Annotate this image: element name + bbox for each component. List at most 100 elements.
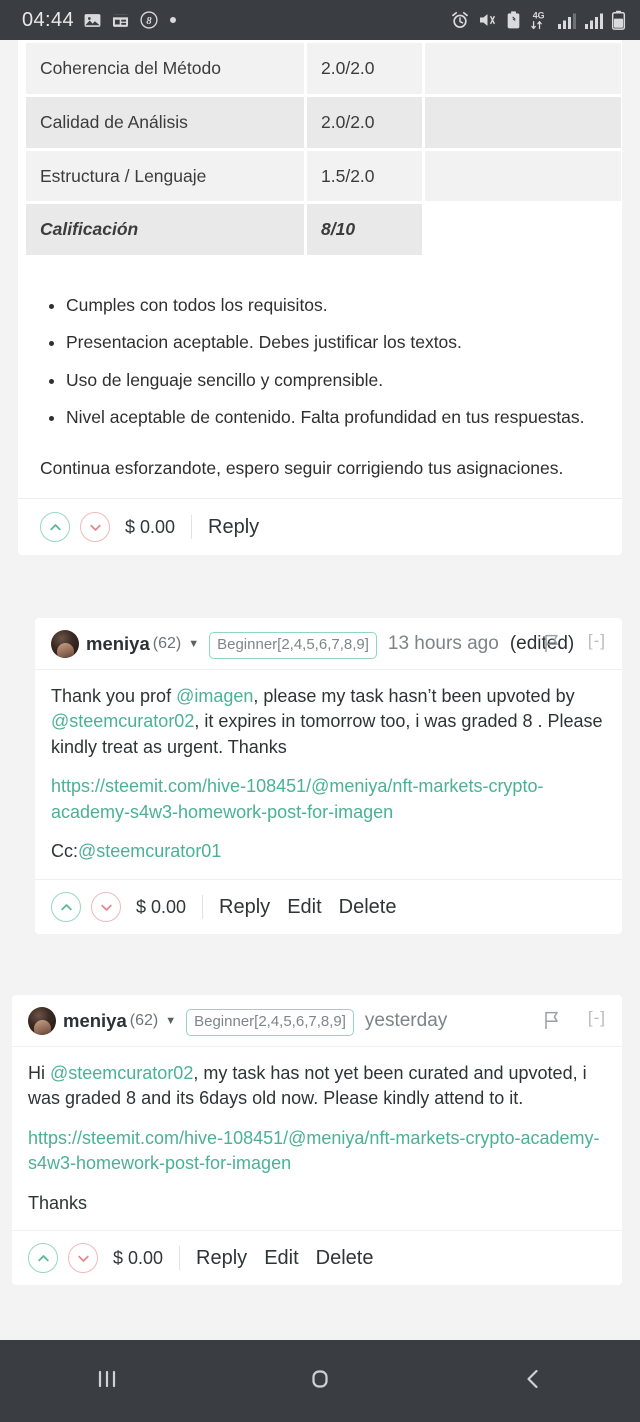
back-icon (518, 1364, 548, 1399)
reply-button[interactable]: Reply (196, 1247, 247, 1270)
battery-icon (611, 10, 626, 30)
collapse-toggle[interactable]: [-] (588, 1008, 606, 1028)
list-item: Nivel aceptable de contenido. Falta prof… (66, 406, 602, 429)
comment-paragraph: Thank you prof @imagen, please my task h… (51, 684, 606, 761)
mention-link-steemcurator02[interactable]: @steemcurator02 (51, 711, 194, 731)
scroll-content[interactable]: Coherencia del Método 2.0/2.0 Calidad de… (0, 40, 640, 1340)
status-badge: Beginner[2,4,5,6,7,8,9] (209, 632, 377, 659)
table-row-total: Calificación 8/10 (26, 204, 621, 255)
network-4g-icon: 4G (529, 9, 550, 31)
score-cell: 8/10 (307, 204, 422, 255)
comment-card-2: meniya (62) ▼ Beginner[2,4,5,6,7,8,9] ye… (12, 995, 622, 1286)
comment-paragraph-cc: Cc:@steemcurator01 (51, 839, 606, 865)
criterion-cell: Coherencia del Método (26, 43, 304, 94)
edit-button[interactable]: Edit (287, 896, 321, 919)
status-bar-left: 04:44 8 (22, 9, 178, 32)
comment-paragraph: Hi @steemcurator02, my task has not yet … (28, 1061, 606, 1112)
android-nav-bar (0, 1340, 640, 1422)
author-reputation: (62) (152, 635, 182, 652)
note-cell (425, 43, 621, 94)
criterion-cell: Calificación (26, 204, 304, 255)
downvote-button[interactable] (68, 1243, 98, 1274)
back-button[interactable] (427, 1340, 640, 1422)
flag-icon[interactable] (544, 1011, 560, 1035)
downvote-button[interactable] (91, 892, 121, 923)
score-cell: 2.0/2.0 (307, 43, 422, 94)
comment-action-bar: $ 0.00 Reply Edit Delete (35, 879, 622, 934)
comment-author[interactable]: meniya (86, 630, 150, 658)
dot-icon (168, 15, 178, 25)
divider (191, 515, 193, 540)
comment-header: meniya (62) ▼ Beginner[2,4,5,6,7,8,9] 13… (35, 618, 622, 670)
status-bar-right: 4G (450, 9, 626, 31)
battery-saver-icon (505, 10, 522, 30)
reply-button[interactable]: Reply (208, 516, 259, 539)
status-badge: Beginner[2,4,5,6,7,8,9] (186, 1009, 354, 1036)
feedback-bullet-list: Cumples con todos los requisitos. Presen… (18, 294, 622, 430)
list-item: Presentacion aceptable. Debes justificar… (66, 331, 602, 354)
comment-edited-label: (edited) (509, 633, 575, 654)
text-fragment: Hi (28, 1062, 50, 1083)
parent-comment-action-bar: $ 0.00 Reply (18, 498, 622, 555)
chevron-down-icon[interactable]: ▼ (165, 1007, 176, 1035)
payout-amount[interactable]: $ 0.00 (125, 517, 175, 538)
reply-button[interactable]: Reply (219, 896, 270, 919)
comment-card-1: meniya (62) ▼ Beginner[2,4,5,6,7,8,9] 13… (35, 618, 622, 935)
comment-header: meniya (62) ▼ Beginner[2,4,5,6,7,8,9] ye… (12, 995, 622, 1047)
upvote-button[interactable] (40, 512, 70, 543)
feedback-closing-text: Continua esforzandote, espero seguir cor… (40, 457, 564, 478)
comment-author[interactable]: meniya (63, 1007, 127, 1035)
home-icon (305, 1364, 335, 1399)
home-button[interactable] (213, 1340, 426, 1422)
recents-button[interactable] (0, 1340, 213, 1422)
note-cell (425, 204, 621, 255)
table-row: Coherencia del Método 2.0/2.0 (26, 43, 621, 94)
payout-amount[interactable]: $ 0.00 (113, 1248, 163, 1269)
text-fragment: , please my task hasn’t been upvoted by (253, 685, 575, 706)
calendar-icon (111, 11, 130, 30)
upvote-button[interactable] (51, 892, 81, 923)
comment-action-bar: $ 0.00 Reply Edit Delete (12, 1230, 622, 1285)
table-row: Estructura / Lenguaje 1.5/2.0 (26, 150, 621, 202)
note-cell (425, 150, 621, 202)
avatar[interactable] (28, 1007, 56, 1035)
comment-paragraph-thanks: Thanks (28, 1192, 88, 1213)
avatar[interactable] (51, 630, 79, 658)
list-item: Uso de lenguaje sencillo y comprensible. (66, 369, 602, 392)
collapse-toggle[interactable]: [-] (588, 631, 606, 651)
status-bar: 04:44 8 4G (0, 0, 640, 40)
edit-button[interactable]: Edit (264, 1247, 298, 1270)
upvote-button[interactable] (28, 1243, 58, 1274)
comment-paragraph-link: https://steemit.com/hive-108451/@meniya/… (28, 1126, 606, 1177)
mention-link-steemcurator02[interactable]: @steemcurator02 (50, 1063, 193, 1083)
divider (202, 895, 204, 920)
criterion-cell: Estructura / Lenguaje (26, 150, 304, 202)
comment-timestamp[interactable]: 13 hours ago (388, 630, 499, 658)
delete-button[interactable]: Delete (339, 896, 397, 919)
signal-1-icon (557, 11, 577, 30)
comment-body: Hi @steemcurator02, my task has not yet … (12, 1047, 622, 1231)
post-url-link[interactable]: https://steemit.com/hive-108451/@meniya/… (28, 1128, 599, 1174)
cc-prefix: Cc: (51, 841, 78, 862)
svg-text:8: 8 (146, 15, 152, 27)
flag-icon[interactable] (544, 634, 560, 658)
mention-link-imagen[interactable]: @imagen (176, 686, 253, 706)
score-cell: 1.5/2.0 (307, 150, 422, 202)
svg-text:4G: 4G (533, 10, 545, 20)
recents-icon (92, 1364, 122, 1399)
text-fragment: Thank you prof (51, 685, 177, 706)
status-clock: 04:44 (22, 8, 75, 31)
downvote-button[interactable] (80, 512, 110, 543)
author-reputation: (62) (129, 1012, 159, 1029)
note-cell (425, 96, 621, 148)
chevron-down-icon[interactable]: ▼ (188, 630, 199, 658)
mention-link-steemcurator01[interactable]: @steemcurator01 (78, 841, 221, 861)
comment-body: Thank you prof @imagen, please my task h… (35, 670, 622, 879)
comment-timestamp[interactable]: yesterday (365, 1007, 447, 1035)
post-url-link[interactable]: https://steemit.com/hive-108451/@meniya/… (51, 776, 543, 822)
parent-comment-card: Coherencia del Método 2.0/2.0 Calidad de… (18, 40, 624, 556)
payout-amount[interactable]: $ 0.00 (136, 897, 186, 918)
delete-button[interactable]: Delete (316, 1247, 374, 1270)
grading-table: Coherencia del Método 2.0/2.0 Calidad de… (23, 40, 624, 258)
divider (179, 1246, 181, 1271)
